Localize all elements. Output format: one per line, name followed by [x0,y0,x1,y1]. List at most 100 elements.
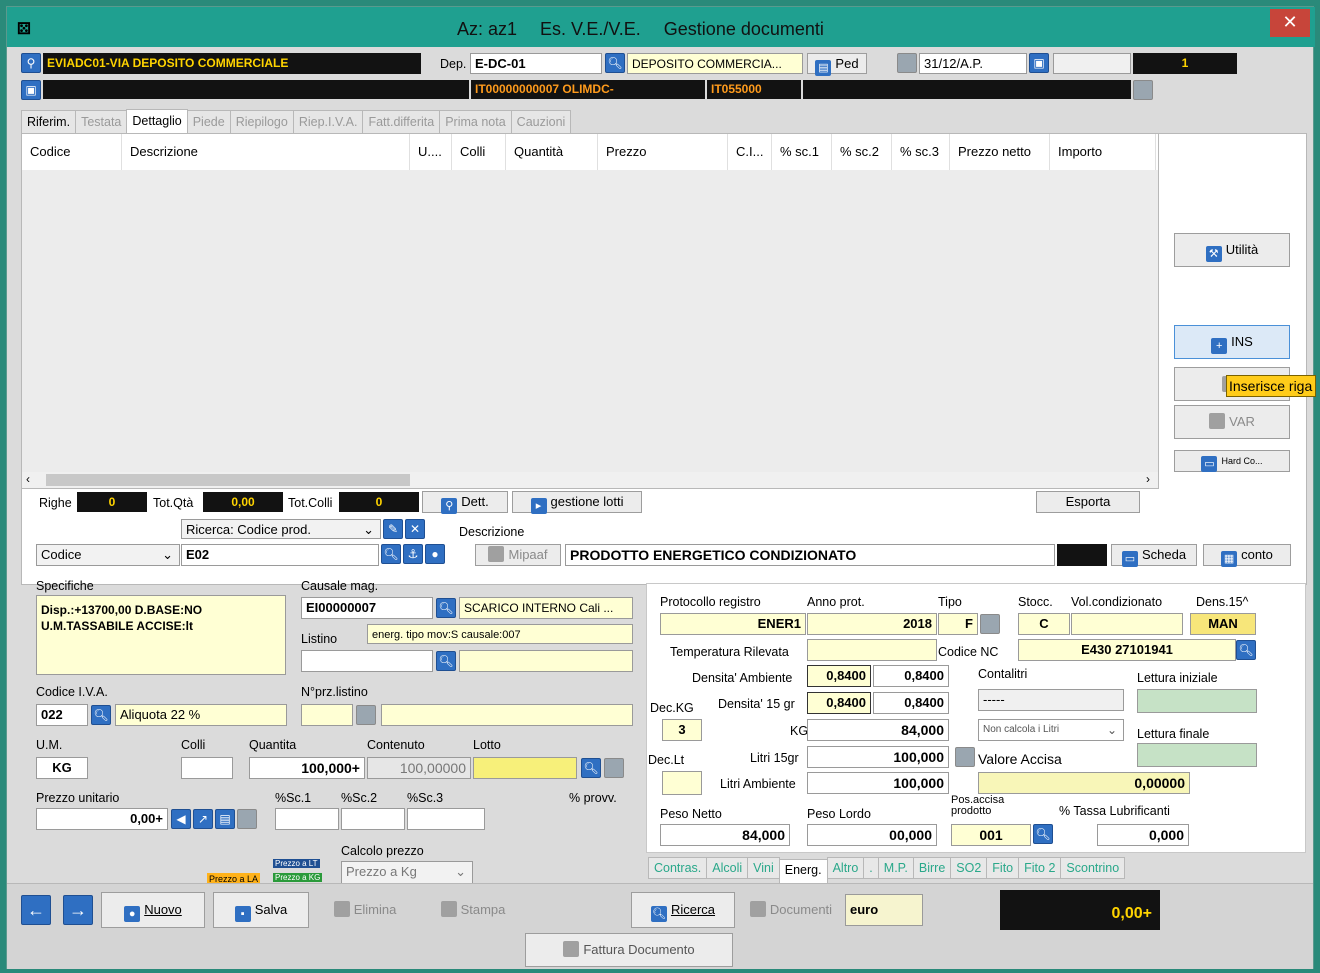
grid-horizontal-scrollbar[interactable]: ‹ › [22,472,1158,488]
lettura-finale-field[interactable] [1137,743,1257,767]
scroll-left-icon[interactable]: ‹ [26,472,30,486]
peso-netto-field[interactable]: 84,000 [660,824,790,846]
prev-arrow-icon[interactable]: ← [21,895,51,925]
quantita-field[interactable]: 100,000+ [249,757,365,779]
date-picker-icon[interactable] [897,53,917,73]
clear-icon[interactable]: ✕ [405,519,425,539]
sc1-field[interactable] [275,808,339,830]
col-quantita[interactable]: Quantità [506,134,598,170]
scroll-thumb[interactable] [46,474,410,486]
col-sc2[interactable]: % sc.2 [832,134,892,170]
non-calcola-select[interactable]: Non calcola i Litri ⌄ [978,719,1124,741]
ricerca-button[interactable]: 🔍︎ Ricerca [631,892,735,928]
deposit-lookup-icon[interactable]: ⚲ [21,53,41,73]
valore-accisa-field[interactable]: 0,00000 [978,772,1190,794]
listino-search-icon[interactable]: 🔍︎ [436,651,456,671]
sc3-field[interactable] [407,808,485,830]
code-search-icon[interactable]: 🔍︎ [381,544,401,564]
pos-accisa-search-icon[interactable]: 🔍︎ [1033,824,1053,844]
sc2-field[interactable] [341,808,405,830]
codice-nc-search-icon[interactable]: 🔍︎ [1236,640,1256,660]
tab-riep-iva[interactable]: Riep.I.V.A. [292,110,364,134]
expand-icon[interactable]: ▣ [21,80,41,100]
calendar-icon[interactable]: ▣ [1029,53,1049,73]
close-button[interactable]: ✕ [1270,9,1310,37]
contalitri-field[interactable]: ----- [978,689,1124,711]
hardco-button[interactable]: ▭ Hard Co... [1174,450,1290,472]
elimina-button[interactable]: Elimina [313,892,417,928]
pos-accisa-field[interactable]: 001 [951,824,1031,846]
dett-button[interactable]: ⚲ Dett. [422,491,508,514]
tipo-field[interactable]: F [938,613,978,635]
copy-icon[interactable]: ▤ [215,809,235,829]
col-codice[interactable]: Codice [22,134,122,170]
anno-field[interactable]: 2018 [807,613,937,635]
col-prezzo[interactable]: Prezzo [598,134,728,170]
col-um[interactable]: U.... [410,134,452,170]
col-descrizione[interactable]: Descrizione [122,134,410,170]
ricerca-select[interactable]: Ricerca: Codice prod. ⌄ [181,519,381,539]
nprz-field[interactable] [301,704,353,726]
tab-alcoli[interactable]: Alcoli [706,857,749,879]
causale-code-field[interactable]: EI00000007 [301,597,433,619]
lotto-search-icon[interactable]: 🔍︎ [581,758,601,778]
codice-select[interactable]: Codice ⌄ [36,544,180,566]
tab-testata[interactable]: Testata [75,110,128,134]
prezzo-unitario-field[interactable]: 0,00+ [36,808,168,830]
colli-field[interactable] [181,757,233,779]
tab-vini[interactable]: Vini [747,857,780,879]
prezzo-a-select[interactable]: Prezzo a Kg ⌄ [341,861,473,885]
mipaaf-button[interactable]: Mipaaf [475,544,561,566]
dens15gr-field-1[interactable]: 0,8400 [807,692,871,714]
stampa-button[interactable]: Stampa [421,892,525,928]
tipo-search-icon[interactable] [980,614,1000,634]
scheda-button[interactable]: ▭ Scheda [1111,544,1197,567]
prezzo-kg-tag[interactable]: Prezzo a KG [273,873,323,882]
tab-cauzioni[interactable]: Cauzioni [510,110,572,134]
ins-button[interactable]: + INS [1174,325,1290,359]
col-ci[interactable]: C.I... [728,134,772,170]
nuovo-button[interactable]: ● Nuovo [101,892,205,928]
accisa-calc-icon[interactable] [955,747,975,767]
next-arrow-icon[interactable]: → [63,895,93,925]
litri-amb-field[interactable]: 100,000 [807,772,949,794]
tab-piede[interactable]: Piede [186,110,231,134]
gestione-lotti-button[interactable]: ▸ gestione lotti [512,491,642,514]
tab-fito[interactable]: Fito [986,857,1020,879]
nprz-search-icon[interactable] [356,705,376,725]
dens15-field[interactable]: MAN [1190,613,1256,635]
scroll-right-icon[interactable]: › [1146,472,1150,486]
litri15-field[interactable]: 100,000 [807,746,949,768]
col-colli[interactable]: Colli [452,134,506,170]
description-field[interactable]: PRODOTTO ENERGETICO CONDIZIONATO [565,544,1055,566]
temperatura-field[interactable] [807,639,937,661]
utilita-button[interactable]: ⚒ Utilità [1174,233,1290,267]
kg-field[interactable]: 84,000 [807,719,949,741]
tab-energ[interactable]: Energ. [778,859,828,885]
tab-so2[interactable]: SO2 [950,857,988,879]
tab-birre[interactable]: Birre [912,857,952,879]
dens15gr-field-2[interactable]: 0,8400 [873,692,949,714]
dep-search-icon[interactable]: 🔍︎ [605,53,625,73]
col-sc1[interactable]: % sc.1 [772,134,832,170]
iva-code-field[interactable]: 022 [36,704,88,726]
prezzo-lt-tag[interactable]: Prezzo a LT [273,859,320,868]
um-field[interactable]: KG [36,757,88,779]
tab-riepilogo[interactable]: Riepilogo [229,110,294,134]
documenti-button[interactable]: Documenti [739,892,843,928]
var-button[interactable]: VAR [1174,405,1290,439]
tassa-field[interactable]: 0,000 [1097,824,1189,846]
stocc-field[interactable]: C [1018,613,1070,635]
lotto-action-icon[interactable] [604,758,624,778]
tab-dot[interactable]: . [863,857,879,879]
fattura-documento-button[interactable]: Fattura Documento [525,933,733,967]
peso-lordo-field[interactable]: 00,000 [807,824,937,846]
tab-scontrino[interactable]: Scontrino [1060,857,1126,879]
codice-nc-field[interactable]: E430 27101941 [1018,639,1236,661]
conto-button[interactable]: ▦ conto [1203,544,1291,567]
col-sc3[interactable]: % sc.3 [892,134,950,170]
vol-condizionato-field[interactable] [1071,613,1183,635]
col-prezzo-netto[interactable]: Prezzo netto [950,134,1050,170]
arrow-left-icon[interactable]: ◀ [171,809,191,829]
tab-riferim[interactable]: Riferim. [21,110,77,134]
